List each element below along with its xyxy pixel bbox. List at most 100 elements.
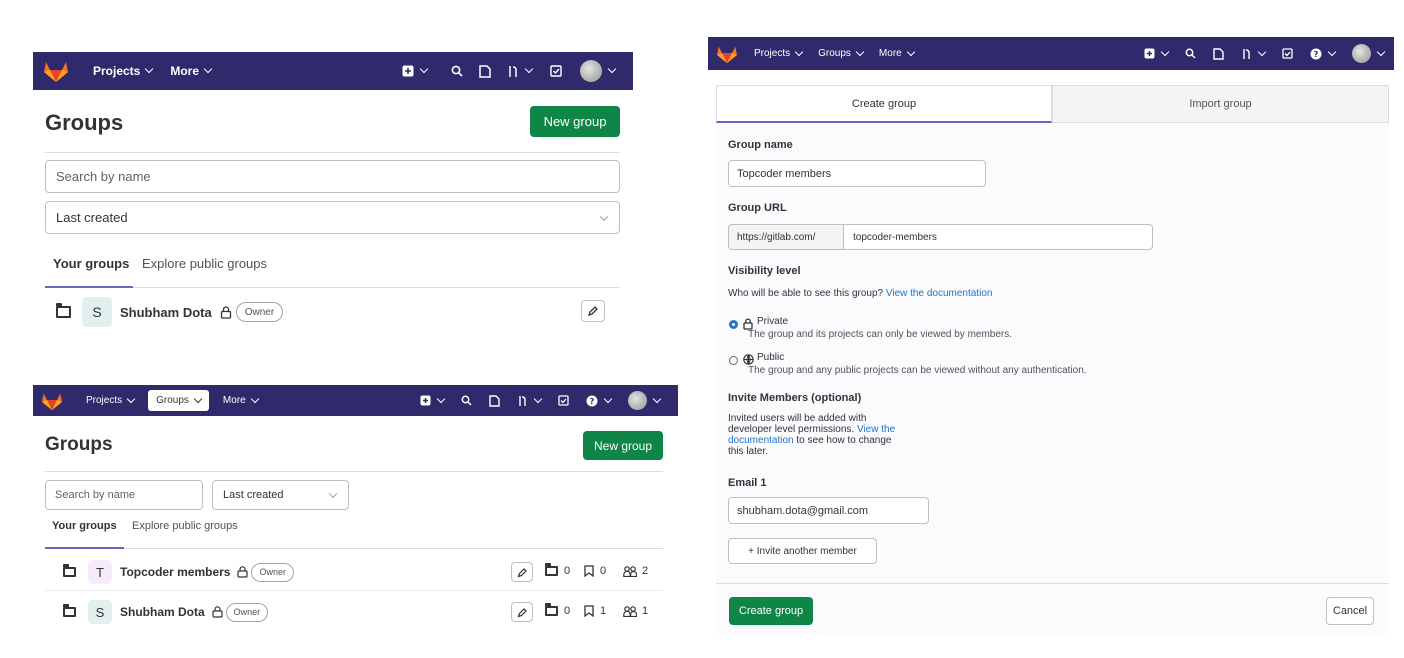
help-icon[interactable]: ? <box>1310 47 1337 60</box>
group-name[interactable]: Shubham Dota <box>120 305 212 320</box>
search-icon[interactable] <box>461 395 472 406</box>
avatar <box>628 391 647 410</box>
group-name-input[interactable]: Topcoder members <box>728 160 986 187</box>
create-group-button[interactable]: Create group <box>729 597 813 625</box>
projects-menu[interactable]: Projects <box>93 64 154 78</box>
todos-icon[interactable] <box>550 65 562 77</box>
edit-group-button[interactable] <box>581 300 605 322</box>
more-menu[interactable]: More <box>879 47 915 59</box>
page-title: Groups <box>45 110 124 135</box>
new-group-button[interactable]: New group <box>530 106 620 137</box>
chevron-down-icon <box>328 489 338 499</box>
gitlab-logo[interactable] <box>41 391 63 411</box>
lock-icon <box>212 606 223 618</box>
public-label[interactable]: Public <box>757 352 784 363</box>
group-name-value: Topcoder members <box>737 167 832 180</box>
search-input[interactable]: Search by name <box>45 160 620 193</box>
user-avatar-menu[interactable] <box>580 60 617 82</box>
sort-select[interactable]: Last created <box>45 201 620 234</box>
more-menu[interactable]: More <box>170 64 213 78</box>
gitlab-logo[interactable] <box>43 59 69 83</box>
user-avatar-menu[interactable] <box>1352 44 1386 63</box>
groups-menu[interactable]: Groups <box>148 390 209 411</box>
group-avatar: S <box>88 600 112 624</box>
new-item-icon[interactable] <box>1144 47 1170 59</box>
pencil-icon <box>517 607 527 617</box>
folder-icon <box>545 603 558 616</box>
group-row[interactable]: T Topcoder members Owner <box>33 559 678 585</box>
projects-count: 1 <box>584 605 606 617</box>
folder-icon <box>63 604 76 617</box>
divider <box>45 471 663 472</box>
edit-group-button[interactable] <box>511 602 533 622</box>
more-menu[interactable]: More <box>223 394 259 406</box>
group-row[interactable]: S Shubham Dota Owner <box>33 296 633 328</box>
svg-text:?: ? <box>590 397 595 406</box>
search-input[interactable]: Search by name <box>45 480 203 510</box>
active-tab-indicator <box>45 286 133 288</box>
group-avatar: T <box>88 560 112 584</box>
issues-icon[interactable] <box>489 394 500 407</box>
user-avatar-menu[interactable] <box>628 391 662 410</box>
tab-your-groups[interactable]: Your groups <box>52 520 117 532</box>
invite-another-member-button[interactable]: + Invite another member <box>728 538 877 564</box>
projects-menu[interactable]: Projects <box>754 47 804 59</box>
sort-select[interactable]: Last created <box>212 480 349 510</box>
lock-icon <box>237 566 249 578</box>
private-radio[interactable] <box>729 320 738 329</box>
folder-icon <box>56 303 71 318</box>
search-icon[interactable] <box>1185 48 1196 59</box>
group-row[interactable]: S Shubham Dota Owner <box>33 599 678 625</box>
page-title: Groups <box>45 434 113 455</box>
issues-icon[interactable] <box>479 64 491 78</box>
view-documentation-link[interactable]: View the documentation <box>886 288 993 299</box>
view-the-link[interactable]: View the <box>857 424 895 435</box>
search-icon[interactable] <box>451 65 463 77</box>
public-radio[interactable] <box>729 356 738 365</box>
new-item-icon[interactable] <box>420 394 446 406</box>
group-url-input[interactable]: topcoder-members <box>843 224 1153 250</box>
todos-icon[interactable] <box>558 395 569 406</box>
new-item-icon[interactable] <box>402 64 429 77</box>
subgroups-count: 0 <box>545 563 570 577</box>
edit-group-button[interactable] <box>511 562 533 582</box>
group-name[interactable]: Topcoder members <box>120 565 230 579</box>
tab-your-groups[interactable]: Your groups <box>53 256 129 271</box>
invite-help-line: documentation to see how to change <box>728 435 892 446</box>
new-group-button[interactable]: New group <box>583 431 663 460</box>
cancel-button[interactable]: Cancel <box>1326 597 1374 625</box>
projects-menu[interactable]: Projects <box>86 394 136 406</box>
email-input[interactable]: shubham.dota@gmail.com <box>728 497 929 524</box>
search-placeholder: Search by name <box>55 489 136 501</box>
projects-count: 0 <box>584 565 606 577</box>
issues-icon[interactable] <box>1213 47 1224 60</box>
role-badge: Owner <box>251 562 294 582</box>
visibility-help: Who will be able to see this group? View… <box>728 288 993 299</box>
documentation-link[interactable]: documentation <box>728 435 794 446</box>
invite-help-line: this later. <box>728 446 769 457</box>
tab-explore-public-groups[interactable]: Explore public groups <box>132 520 238 532</box>
gitlab-logo[interactable] <box>716 44 738 64</box>
group-name[interactable]: Shubham Dota <box>120 605 205 619</box>
tab-create-label: Create group <box>851 97 917 110</box>
private-description: The group and its projects can only be v… <box>748 329 1013 340</box>
top-navbar: Projects More <box>33 52 633 90</box>
avatar <box>580 60 602 82</box>
help-icon[interactable]: ? <box>586 394 613 407</box>
merge-requests-icon[interactable] <box>517 394 543 407</box>
sort-selected-value: Last created <box>56 210 128 225</box>
merge-requests-icon[interactable] <box>1241 47 1267 60</box>
group-name-label: Group name <box>728 139 793 151</box>
tab-import-group[interactable]: Import group <box>1052 85 1389 123</box>
todos-icon[interactable] <box>1282 48 1293 59</box>
groups-menu[interactable]: Groups <box>818 47 865 59</box>
group-url-prefix: https://gitlab.com/ <box>728 224 844 250</box>
sort-selected-value: Last created <box>223 489 284 501</box>
private-label[interactable]: Private <box>757 316 788 327</box>
tab-create-group[interactable]: Create group <box>716 85 1052 123</box>
tabs-divider <box>45 548 663 549</box>
visibility-label: Visibility level <box>728 265 801 277</box>
row-divider <box>45 590 663 591</box>
tab-explore-public-groups[interactable]: Explore public groups <box>142 256 267 271</box>
merge-requests-icon[interactable] <box>507 64 534 78</box>
